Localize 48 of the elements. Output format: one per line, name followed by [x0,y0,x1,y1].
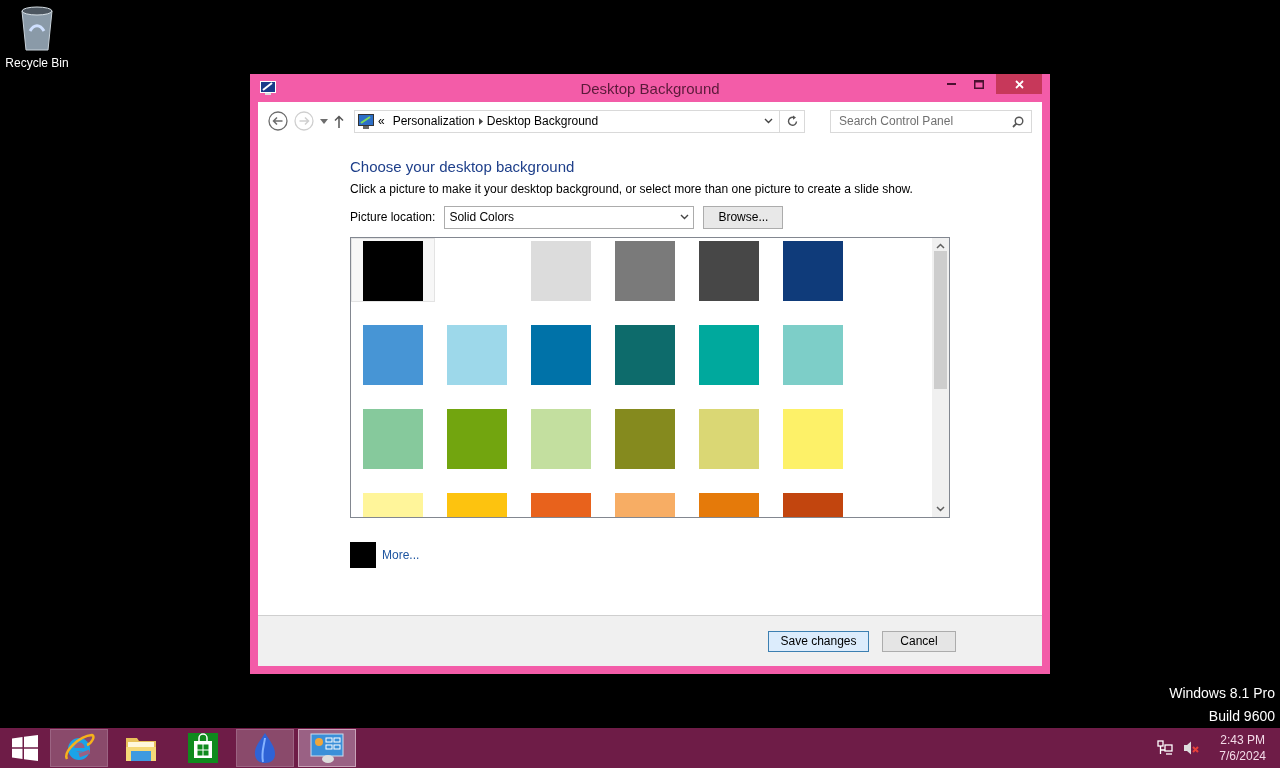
edition-text: Windows 8.1 Pro [1169,684,1275,703]
scroll-up-icon[interactable] [936,243,945,249]
up-arrow-icon[interactable] [334,114,344,128]
window-title: Desktop Background [580,80,720,97]
maximize-icon [973,79,984,89]
muted-speaker-icon[interactable] [1183,741,1202,755]
picture-location-label: Picture location: [350,210,436,224]
desktop-shortcut[interactable]: Recycle Bin [4,6,70,70]
breadcrumb[interactable]: Personalization [388,114,479,128]
monitor-icon [358,113,374,129]
address-dropdown-icon[interactable] [764,118,773,124]
flame-icon [252,732,278,764]
dropdown-caret-icon [680,214,690,220]
window-app-icon [260,81,276,95]
network-icon[interactable] [1157,740,1174,756]
selected-color-swatch[interactable] [350,542,376,568]
control-panel-icon [310,732,344,764]
search-field[interactable]: Search Control Panel [830,109,1032,133]
scroll-down-icon[interactable] [936,506,945,512]
chevron-right-icon [478,117,483,125]
edition-text: Build 9600 [1208,707,1275,726]
search-icon[interactable] [1012,115,1024,128]
scrollbar[interactable] [932,238,949,517]
close-icon [1014,79,1024,89]
scrollbar-thumb[interactable] [934,251,947,389]
close-button[interactable] [996,74,1042,94]
save-button[interactable]: Save changes [768,630,869,652]
cancel-button[interactable]: Cancel [882,630,956,652]
taskbar-clock[interactable]: 2:43 PM 7/6/2024 [1219,732,1266,764]
clock-time: 2:43 PM [1220,732,1265,748]
clock-date: 7/6/2024 [1219,748,1266,764]
page-heading: Choose your desktop background [350,158,576,176]
back-icon[interactable] [268,111,288,131]
swatch-tile[interactable] [351,238,435,302]
windows-logo-icon [12,735,38,761]
breadcrumb-overflow[interactable]: « [374,114,389,128]
refresh-icon [786,115,798,127]
address-bar[interactable]: « Personalization Desktop Background [354,109,805,133]
store-bag-icon [188,733,218,763]
instruction-text: Click a picture to make it your desktop background, or select more than one picture to create a slide show. [350,182,914,197]
desktop-icon-label: Recycle Bin [5,56,69,70]
browse-button[interactable]: Browse... [703,205,784,229]
minimize-icon [947,83,956,85]
recycle-bin-icon [20,6,54,52]
dropdown-caret-icon[interactable] [320,118,328,124]
more-colors-link[interactable]: More... [382,548,420,562]
breadcrumb[interactable]: Desktop Background [482,114,603,128]
picture-location-dropdown[interactable]: Solid Colors [444,205,695,229]
